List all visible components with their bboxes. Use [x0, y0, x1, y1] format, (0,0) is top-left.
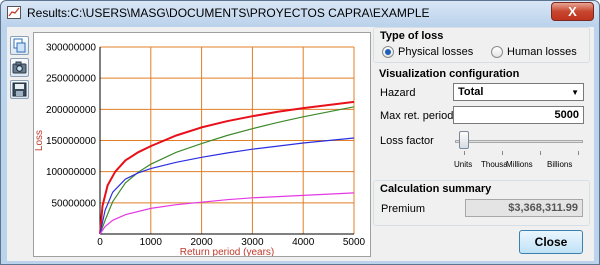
- window-title: Results:C:\USERS\MASG\DOCUMENTS\PROYECTO…: [27, 6, 430, 20]
- slider-tick: [540, 151, 541, 155]
- hazard-label: Hazard: [380, 87, 416, 99]
- tick-label-billions: Billions: [547, 160, 573, 169]
- save-button[interactable]: [10, 80, 29, 99]
- loss-factor-slider-track[interactable]: [455, 140, 583, 143]
- series-line-green: [99, 106, 355, 235]
- calculation-summary-title: Calculation summary: [380, 183, 492, 195]
- window-close-button[interactable]: X: [551, 2, 594, 21]
- results-window: Results:C:\USERS\MASG\DOCUMENTS\PROYECTO…: [0, 0, 600, 265]
- hazard-value: Total: [458, 86, 484, 98]
- loss-factor-label: Loss factor: [380, 135, 434, 147]
- type-of-loss-group: Type of loss Physical losses Human losse…: [373, 27, 590, 63]
- save-icon: [12, 82, 27, 97]
- client-area: 50000000 100000000 150000000 200000000 25000…: [7, 27, 594, 261]
- y-tick-label: 100000000: [46, 167, 96, 178]
- slider-tick: [502, 151, 503, 155]
- series-line-magenta: [99, 192, 355, 235]
- copy-icon: [13, 38, 26, 53]
- copy-button[interactable]: [10, 36, 29, 55]
- premium-field: $3,368,311.99: [465, 199, 583, 217]
- snapshot-button[interactable]: [10, 58, 29, 77]
- x-tick-label: 5000: [343, 237, 366, 248]
- physical-losses-radio[interactable]: [382, 46, 394, 58]
- loss-factor-slider-thumb[interactable]: [459, 131, 469, 149]
- chart-app-icon: [7, 6, 21, 19]
- human-losses-radio[interactable]: [491, 46, 503, 58]
- premium-label: Premium: [381, 203, 426, 215]
- tick-label-units: Units: [454, 160, 473, 169]
- tick-label-thousands: Thousa: [481, 160, 508, 169]
- settings-panel: Type of loss Physical losses Human losse…: [373, 27, 593, 261]
- loss-chart-panel: 50000000 100000000 150000000 200000000 25000…: [33, 32, 371, 259]
- title-bar[interactable]: Results:C:\USERS\MASG\DOCUMENTS\PROYECTO…: [1, 1, 599, 25]
- slider-tick: [578, 151, 579, 155]
- y-tick-label: 200000000: [46, 105, 96, 116]
- x-tick-label: 4000: [292, 237, 315, 248]
- visualization-title: Visualization configuration: [379, 68, 520, 80]
- chevron-down-icon: ▼: [571, 88, 579, 97]
- physical-losses-label[interactable]: Physical losses: [398, 46, 473, 58]
- human-losses-label[interactable]: Human losses: [507, 46, 577, 58]
- x-tick-label: 0: [97, 237, 103, 248]
- max-period-value: 5000: [554, 109, 579, 121]
- y-axis-label: Loss: [34, 130, 45, 151]
- y-tick-label: 50000000: [52, 198, 97, 209]
- x-tick-label: 1000: [140, 237, 163, 248]
- loss-chart: 50000000 100000000 150000000 200000000 25000…: [34, 43, 366, 259]
- slider-tick: [464, 151, 465, 155]
- premium-value: $3,368,311.99: [508, 202, 578, 214]
- max-period-label: Max ret. period: [380, 110, 454, 122]
- y-tick-label: 150000000: [46, 136, 96, 147]
- type-of-loss-title: Type of loss: [380, 30, 444, 42]
- hazard-select[interactable]: Total ▼: [453, 83, 584, 101]
- max-period-input[interactable]: 5000: [453, 106, 584, 124]
- x-axis-label: Return period (years): [180, 247, 274, 256]
- close-button[interactable]: Close: [519, 230, 583, 254]
- series-line-red: [99, 100, 355, 235]
- y-tick-label: 300000000: [46, 43, 96, 54]
- camera-icon: [12, 61, 27, 74]
- y-tick-label: 250000000: [46, 74, 96, 85]
- tick-label-millions: Millions: [506, 160, 533, 169]
